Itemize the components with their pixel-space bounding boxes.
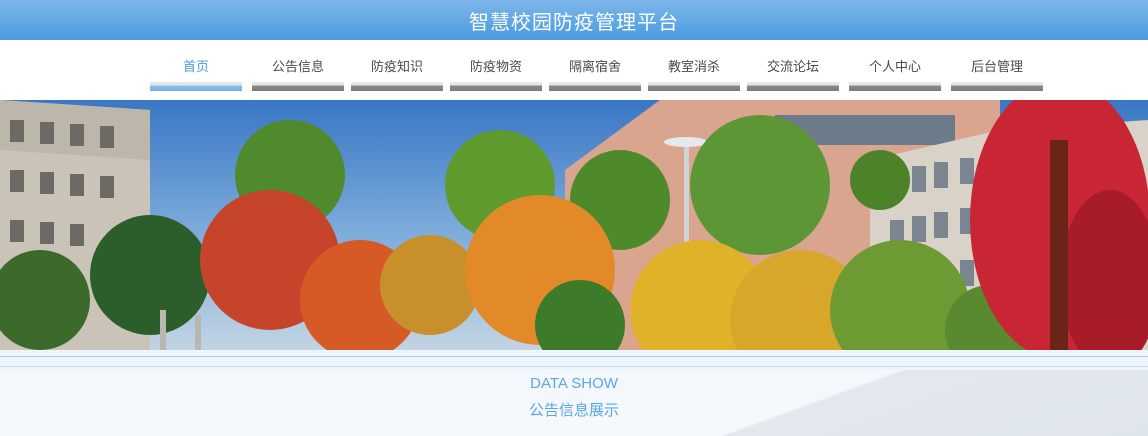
nav-item-announcements[interactable]: 公告信息 xyxy=(252,40,344,100)
nav-item-label: 防疫知识 xyxy=(370,60,423,75)
nav-item-label: 交流论坛 xyxy=(766,60,819,75)
nav-item-classroom-disinfection[interactable]: 教室消杀 xyxy=(648,40,740,100)
nav-item-label: 防疫物资 xyxy=(469,60,522,75)
nav-item-label: 个人中心 xyxy=(868,60,921,75)
nav-item-bar xyxy=(747,82,839,91)
nav-item-bar xyxy=(351,82,443,91)
nav-item-bar xyxy=(549,82,641,91)
site-title: 智慧校园防疫管理平台 xyxy=(469,9,679,34)
nav-item-quarantine-dorms[interactable]: 隔离宿舍 xyxy=(549,40,641,100)
nav-item-label: 公告信息 xyxy=(271,60,324,75)
nav-item-bar xyxy=(252,82,344,91)
nav-item-label: 隔离宿舍 xyxy=(568,60,621,75)
nav-item-bar xyxy=(951,82,1043,91)
nav-item-personal-center[interactable]: 个人中心 xyxy=(849,40,941,100)
section-divider xyxy=(0,350,1148,370)
data-show-section: DATA SHOW 公告信息展示 xyxy=(0,370,1148,436)
nav-item-admin[interactable]: 后台管理 xyxy=(951,40,1043,100)
nav-item-knowledge[interactable]: 防疫知识 xyxy=(351,40,443,100)
nav-item-forum[interactable]: 交流论坛 xyxy=(747,40,839,100)
main-nav: 首页 公告信息 防疫知识 防疫物资 隔离宿舍 教室消杀 交流论坛 个人中心 后台… xyxy=(0,40,1148,100)
nav-item-bar xyxy=(450,82,542,91)
nav-item-bar xyxy=(150,82,242,91)
nav-item-bar xyxy=(849,82,941,91)
section-title-en: DATA SHOW xyxy=(530,375,618,392)
nav-item-label: 教室消杀 xyxy=(667,60,720,75)
nav-item-bar xyxy=(648,82,740,91)
campus-banner-image xyxy=(0,100,1148,350)
nav-item-label: 后台管理 xyxy=(970,60,1023,75)
title-bar: 智慧校园防疫管理平台 xyxy=(0,0,1148,40)
nav-item-home[interactable]: 首页 xyxy=(150,40,242,100)
nav-item-supplies[interactable]: 防疫物资 xyxy=(450,40,542,100)
nav-item-label: 首页 xyxy=(182,60,209,75)
section-title-zh: 公告信息展示 xyxy=(528,401,619,419)
